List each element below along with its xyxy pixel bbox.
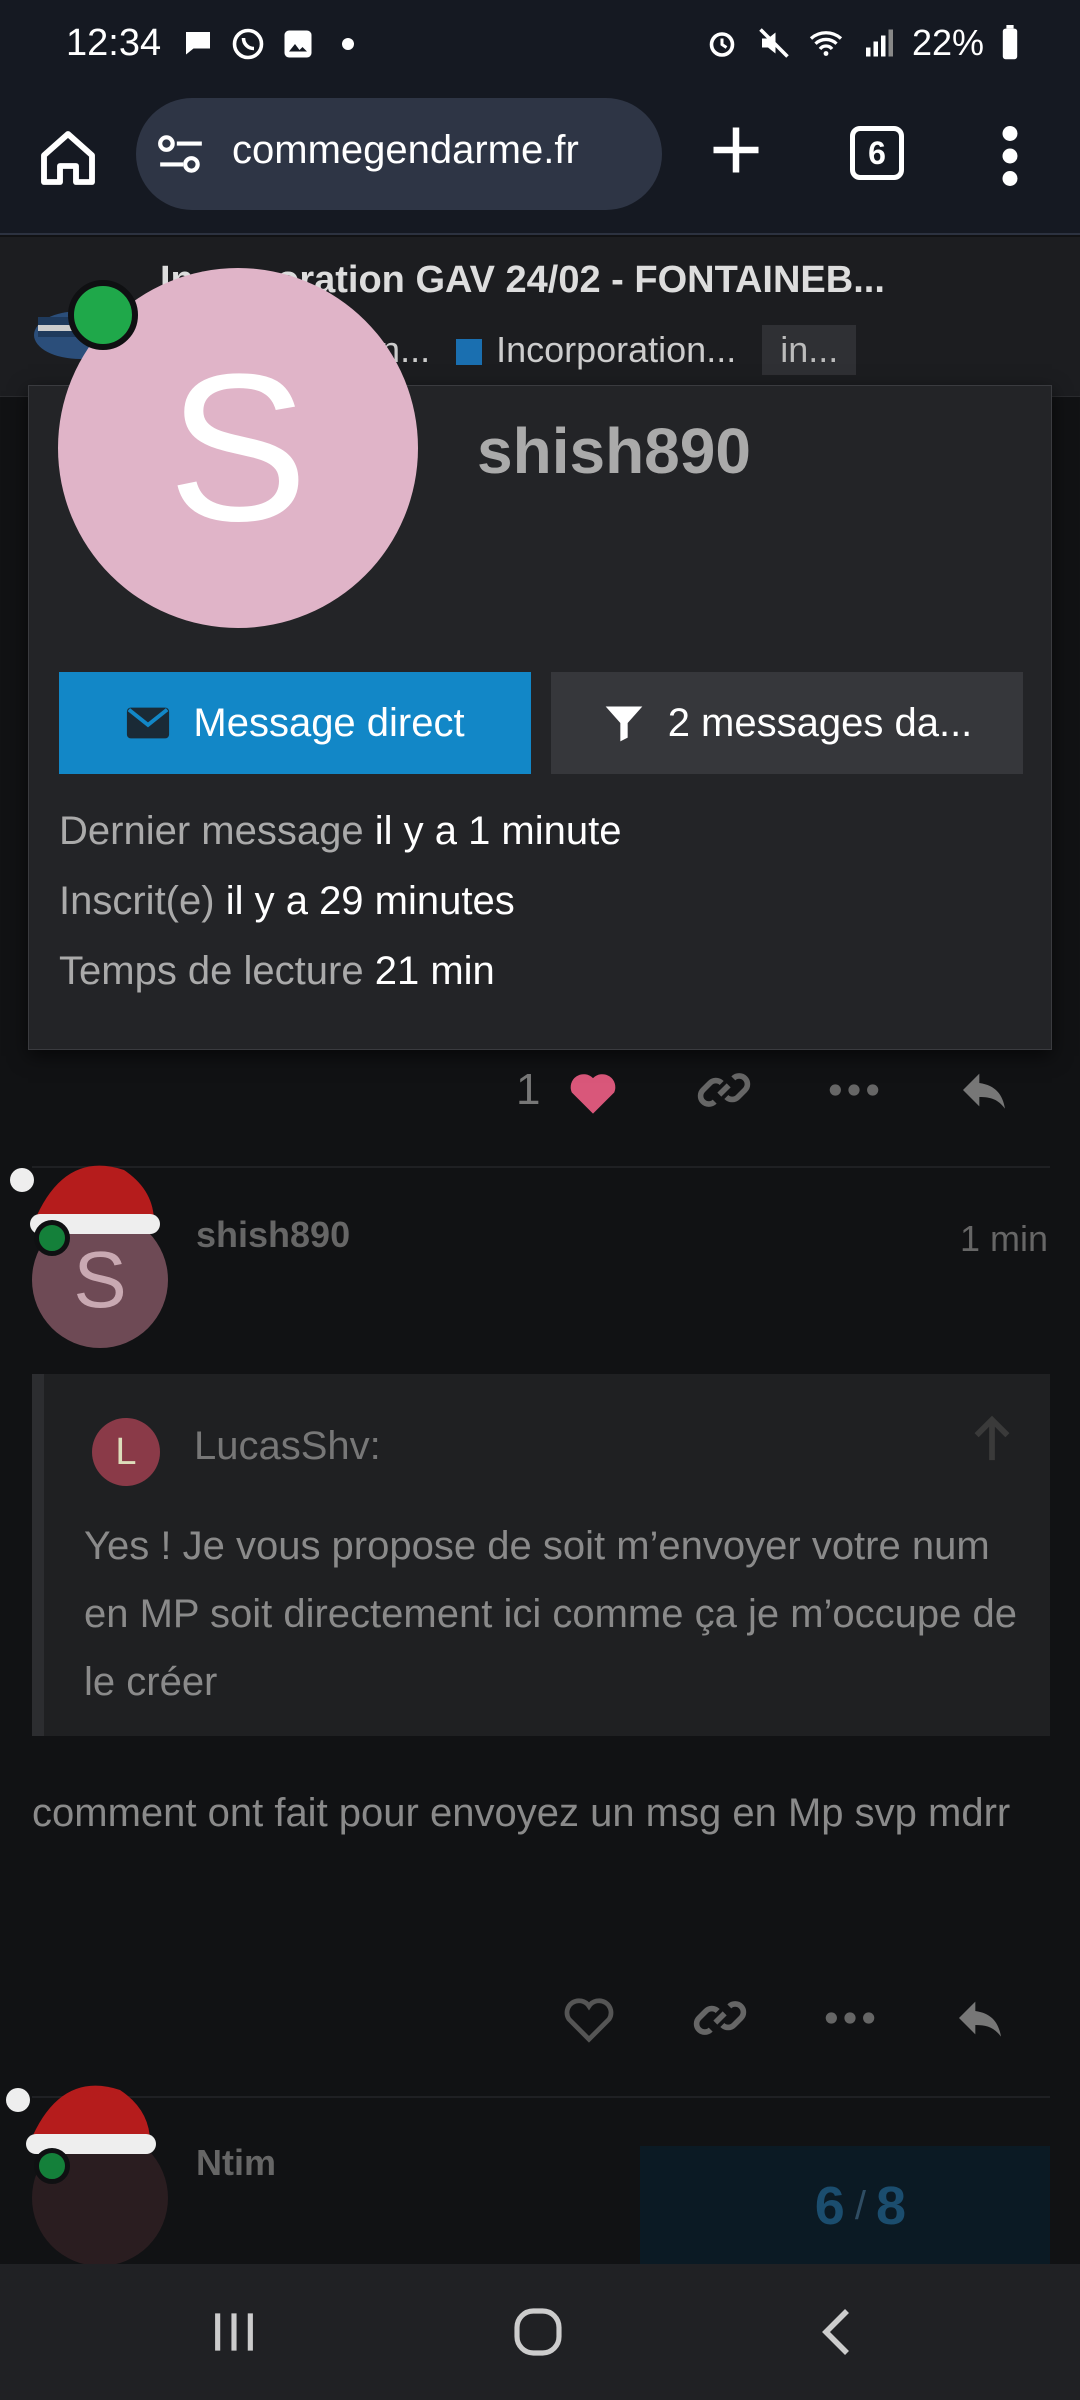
notification-icons: [180, 26, 366, 62]
tab-switcher-button[interactable]: 6: [850, 126, 904, 180]
stat-label: Dernier message: [59, 809, 364, 853]
reply-icon[interactable]: [956, 1062, 1012, 1118]
quote-block: L LucasShv: Yes ! Je vous propose de soi…: [32, 1374, 1050, 1736]
chat-bubble-icon: [186, 32, 210, 55]
status-bar: 12:34 22%: [0, 0, 1080, 90]
like-count[interactable]: 1: [516, 1065, 540, 1115]
category-label: Incorporation...: [496, 329, 737, 370]
online-indicator: [68, 280, 138, 350]
post-divider: [32, 2096, 1050, 2098]
direct-message-label: Message direct: [193, 700, 465, 745]
quote-username: LucasShv:: [194, 1424, 381, 1468]
back-icon[interactable]: [812, 2304, 868, 2360]
direct-message-button[interactable]: Message direct: [59, 672, 531, 774]
card-username[interactable]: shish890: [477, 414, 751, 488]
filter-icon: [605, 706, 643, 742]
stat-last-post: Dernier message il y a 1 minute: [59, 796, 621, 866]
filter-posts-label: 2 messages da...: [667, 700, 973, 745]
envelope-icon: [127, 707, 170, 739]
alarm-icon: [709, 32, 735, 57]
quote-avatar: L: [92, 1418, 160, 1486]
more-icon[interactable]: [822, 1990, 878, 2046]
wifi-icon: [809, 31, 843, 56]
link-icon[interactable]: [692, 1990, 748, 2046]
stat-label: Inscrit(e): [59, 879, 215, 923]
battery-percent: 22%: [911, 22, 984, 63]
post-username[interactable]: Ntim: [196, 2142, 276, 2184]
heart-filled-icon[interactable]: [564, 1064, 622, 1116]
progress-current: 6: [814, 2176, 845, 2236]
santa-hat-icon: [6, 2085, 156, 2154]
dot-icon: [342, 38, 354, 50]
online-indicator: [34, 1220, 70, 1256]
post-username[interactable]: shish890: [196, 1214, 350, 1256]
system-nav-bar: [0, 2264, 1080, 2400]
home-icon[interactable]: [36, 126, 100, 190]
home-nav-icon[interactable]: [510, 2304, 566, 2360]
gallery-icon: [284, 30, 312, 58]
progress-total: 8: [875, 2176, 906, 2236]
site-settings-icon[interactable]: [156, 132, 206, 176]
topic-progress[interactable]: 6 / 8: [640, 2146, 1050, 2266]
progress-separator: /: [854, 2183, 866, 2228]
topic-tag[interactable]: in...: [762, 325, 857, 375]
signal-icon: [865, 29, 893, 57]
mute-icon: [759, 28, 789, 58]
arrow-up-icon[interactable]: [972, 1414, 1012, 1464]
status-time: 12:34: [66, 22, 162, 64]
system-icons: 22%: [704, 22, 1020, 64]
post-actions: [560, 1990, 1008, 2046]
category-color-icon: [456, 339, 483, 366]
post-divider: [32, 1166, 1050, 1168]
more-menu-icon[interactable]: [998, 126, 1022, 186]
stat-value: 21 min: [374, 949, 495, 993]
filter-posts-button[interactable]: 2 messages da...: [551, 672, 1023, 774]
reply-icon[interactable]: [952, 1990, 1008, 2046]
link-icon[interactable]: [696, 1062, 752, 1118]
stat-read-time: Temps de lecture 21 min: [59, 936, 621, 1006]
post-timestamp[interactable]: 1 min: [960, 1218, 1048, 1260]
new-tab-icon[interactable]: [706, 120, 766, 180]
category-link[interactable]: Incorporation...: [456, 329, 736, 371]
recent-apps-icon[interactable]: [206, 2304, 262, 2360]
url-text[interactable]: commegendarme.fr: [232, 128, 579, 173]
whatsapp-icon: [232, 28, 264, 60]
heart-outline-icon[interactable]: [560, 1992, 618, 2044]
stat-label: Temps de lecture: [59, 949, 364, 993]
more-icon[interactable]: [826, 1062, 882, 1118]
quote-text: Yes ! Je vous propose de soit m’envoyer …: [84, 1524, 1017, 1704]
stat-joined: Inscrit(e) il y a 29 minutes: [59, 866, 621, 936]
battery-icon: [1002, 25, 1018, 60]
stat-value: il y a 1 minute: [374, 809, 622, 853]
online-indicator: [34, 2148, 70, 2184]
address-bar[interactable]: commegendarme.fr: [136, 98, 662, 210]
browser-toolbar: commegendarme.fr 6: [0, 90, 1080, 235]
post-body: comment ont fait pour envoyez un msg en …: [32, 1791, 1011, 1835]
stat-value: il y a 29 minutes: [225, 879, 515, 923]
post-actions: 1: [516, 1062, 1012, 1118]
user-stats: Dernier message il y a 1 minute Inscrit(…: [59, 796, 621, 1006]
santa-hat-icon: [10, 1165, 160, 1234]
